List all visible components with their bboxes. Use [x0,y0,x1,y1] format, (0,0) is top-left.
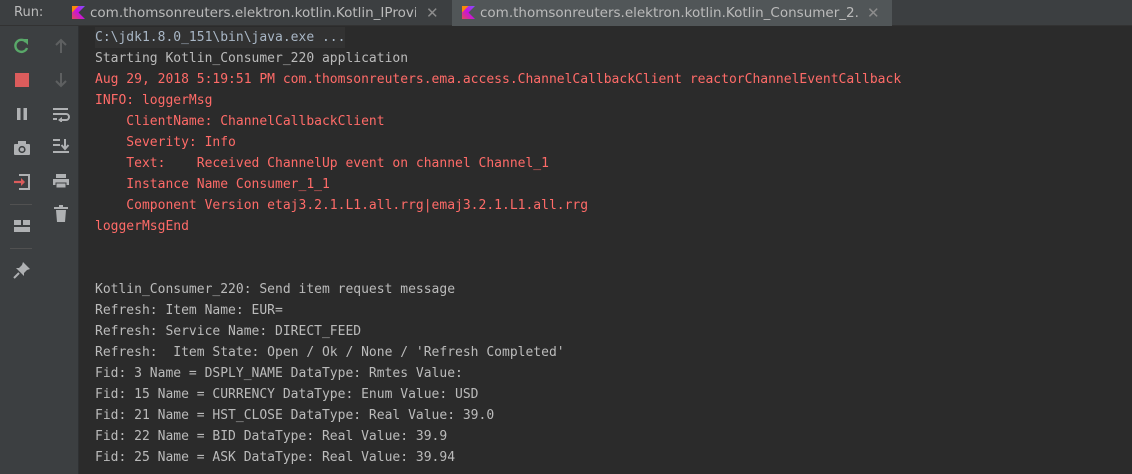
pin-icon[interactable] [12,260,32,280]
console-stderr-line: INFO: loggerMsg [95,93,213,108]
console-stdout-line: Refresh: Item State: Open / Ok / None / … [95,345,565,360]
kotlin-icon [72,6,85,19]
layout-icon[interactable] [12,216,32,236]
print-icon[interactable] [51,171,71,191]
console-stdout-line: Fid: 21 Name = HST_CLOSE DataType: Real … [95,408,495,423]
rerun-icon[interactable] [12,36,32,56]
close-icon[interactable]: ✕ [867,0,880,26]
exit-icon[interactable] [12,172,32,192]
kotlin-icon [462,6,475,19]
stop-icon[interactable] [12,70,32,90]
pause-icon[interactable] [12,104,32,124]
console-stderr-line: Text: Received ChannelUp event on channe… [95,156,549,171]
console-stderr-line: ClientName: ChannelCallbackClient [95,114,385,129]
clear-icon[interactable] [51,204,71,224]
tab-kotlin-consumer[interactable]: com.thomsonreuters.elektron.kotlin.Kotli… [452,0,892,26]
console-stdout-line: Fid: 25 Name = ASK DataType: Real Value:… [95,450,456,465]
console-output[interactable]: C:\jdk1.8.0_151\bin\java.exe ... Starting… [79,26,1132,474]
console-stderr-line: Instance Name Consumer_1_1 [95,177,330,192]
console-stderr-line: Aug 29, 2018 5:19:51 PM com.thomsonreute… [95,72,902,87]
run-tab-bar: Run: com.thomsonreuters.elektron.kotlin.… [0,0,1132,26]
run-toolbar-primary [0,26,44,474]
console-stderr-line: loggerMsgEnd [95,219,189,234]
tab-kotlin-iprovider[interactable]: com.thomsonreuters.elektron.kotlin.Kotli… [62,0,447,26]
console-stdout-line: Kotlin_Consumer_220: Send item request m… [95,282,456,297]
console-command-line: C:\jdk1.8.0_151\bin\java.exe ... [95,27,346,48]
console-stdout-line: Fid: 15 Name = CURRENCY DataType: Enum V… [95,387,479,402]
console-stdout-line: Refresh: Item Name: EUR= [95,303,283,318]
toolbar-divider [10,248,32,249]
console-stdout-line: Refresh: Service Name: DIRECT_FEED [95,324,362,339]
scroll-to-end-icon[interactable] [51,136,71,156]
run-tool-window: Run: com.thomsonreuters.elektron.kotlin.… [0,0,1132,474]
console-stdout-line: Starting Kotlin_Consumer_220 application [95,51,409,66]
scroll-up-icon[interactable] [51,36,71,56]
tab-label: com.thomsonreuters.elektron.kotlin.Kotli… [90,5,416,21]
console-stdout-line: Fid: 3 Name = DSPLY_NAME DataType: Rmtes… [95,366,463,381]
console-stderr-line: Component Version etaj3.2.1.L1.all.rrg|e… [95,198,589,213]
tab-label: com.thomsonreuters.elektron.kotlin.Kotli… [480,5,860,21]
console-stderr-line: Severity: Info [95,135,236,150]
dump-threads-icon[interactable] [12,138,32,158]
run-label: Run: [14,5,44,20]
scroll-down-icon[interactable] [51,70,71,90]
toolbar-divider [10,204,32,205]
console-stdout-line: Fid: 22 Name = BID DataType: Real Value:… [95,429,448,444]
close-icon[interactable]: ✕ [426,0,439,26]
run-toolbar-secondary [44,26,79,474]
soft-wrap-icon[interactable] [51,104,71,124]
